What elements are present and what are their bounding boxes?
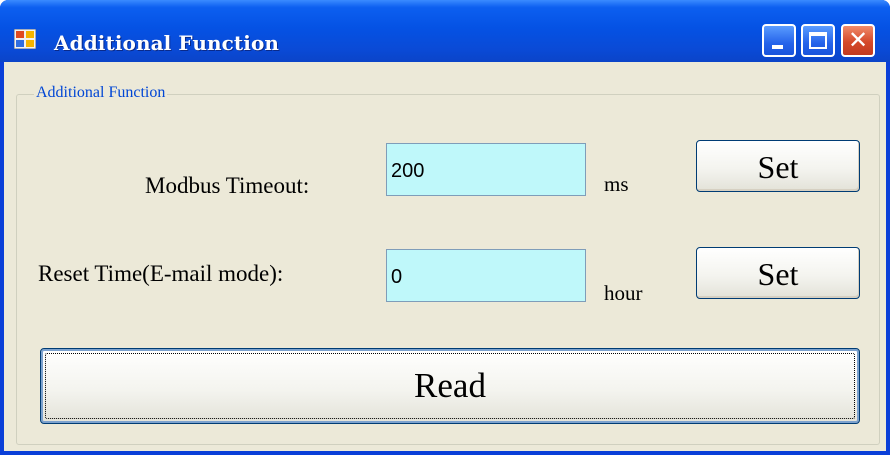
minimize-button[interactable] (762, 24, 796, 57)
reset-time-input[interactable] (386, 249, 586, 302)
group-legend: Additional Function (34, 83, 168, 103)
read-button[interactable]: Read (40, 348, 860, 424)
modbus-timeout-input[interactable] (386, 143, 586, 196)
modbus-timeout-set-button[interactable]: Set (696, 140, 860, 192)
reset-time-label: Reset Time(E-mail mode): (38, 261, 284, 286)
reset-time-set-button[interactable]: Set (696, 247, 860, 299)
close-icon: ✕ (847, 26, 869, 54)
app-window: Additional Function ✕ Additional Functio… (0, 0, 890, 455)
reset-time-unit: hour (604, 281, 643, 305)
window-title: Additional Function (54, 31, 280, 55)
minimize-icon (772, 45, 783, 49)
modbus-timeout-label: Modbus Timeout: (145, 173, 310, 198)
maximize-icon (809, 32, 827, 49)
maximize-button[interactable] (801, 24, 835, 57)
close-button[interactable]: ✕ (841, 24, 875, 57)
modbus-timeout-unit: ms (604, 172, 629, 196)
read-button-label: Read (414, 366, 486, 405)
app-window-icon (14, 29, 36, 49)
title-bar[interactable]: Additional Function ✕ (0, 0, 890, 62)
